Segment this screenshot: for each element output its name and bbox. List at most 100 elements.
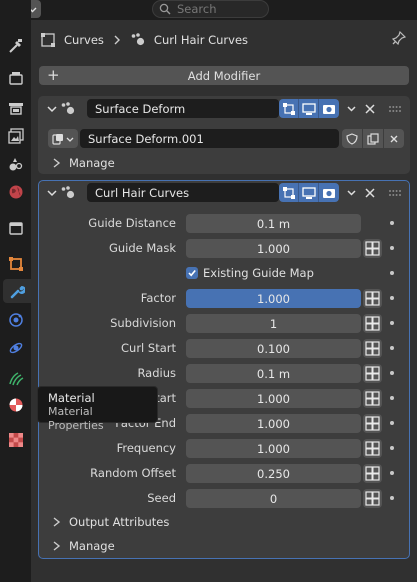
tab-view-layer[interactable] xyxy=(4,124,28,148)
drag-grip-icon[interactable] xyxy=(388,189,402,197)
modifier-name: Curl Hair Curves xyxy=(95,185,190,200)
animate-property-dot[interactable] xyxy=(390,371,394,375)
property-value-field[interactable]: 0.1 m xyxy=(186,364,361,383)
manage-subpanel-header[interactable]: Manage xyxy=(52,539,115,553)
existing-guide-map-checkbox[interactable] xyxy=(186,267,198,279)
attribute-toggle-button[interactable] xyxy=(363,239,382,258)
tab-collection[interactable] xyxy=(4,216,28,240)
property-value-field[interactable]: 1.000 xyxy=(186,414,361,433)
tab-render[interactable] xyxy=(4,66,28,90)
modifier-name-field[interactable]: Surface Deform xyxy=(87,99,279,118)
tab-world[interactable] xyxy=(4,180,28,204)
edit-mode-toggle[interactable] xyxy=(279,183,299,202)
animate-property-dot[interactable] xyxy=(390,296,394,300)
attribute-grid-icon xyxy=(365,441,380,456)
tab-material[interactable] xyxy=(4,393,28,417)
animate-property-dot[interactable] xyxy=(390,471,394,475)
animate-property-dot[interactable] xyxy=(390,421,394,425)
attribute-toggle-button[interactable] xyxy=(363,464,382,483)
tab-scene[interactable] xyxy=(4,152,28,176)
animate-property-dot[interactable] xyxy=(390,271,394,275)
attribute-toggle-button[interactable] xyxy=(363,489,382,508)
node-group-browse-button[interactable] xyxy=(48,129,78,148)
attribute-toggle-button[interactable] xyxy=(363,414,382,433)
attribute-grid-icon xyxy=(365,416,380,431)
node-group-name: Surface Deform.001 xyxy=(88,131,204,146)
output-attributes-subpanel-header[interactable]: Output Attributes xyxy=(52,515,169,529)
modifier-menu-dropdown[interactable] xyxy=(343,183,360,202)
render-toggle[interactable] xyxy=(319,99,339,118)
breadcrumb-object: Curves xyxy=(64,33,104,47)
output-attributes-label: Output Attributes xyxy=(69,515,170,529)
viewport-toggle[interactable] xyxy=(299,99,319,118)
render-toggle[interactable] xyxy=(319,183,339,202)
tab-particles[interactable] xyxy=(4,308,28,332)
tooltip: Material Material Properties xyxy=(37,386,158,432)
property-value: 1.000 xyxy=(257,416,290,431)
animate-property-dot[interactable] xyxy=(390,346,394,350)
tab-texture[interactable] xyxy=(4,428,28,452)
animate-property-dot[interactable] xyxy=(390,396,394,400)
duplicate-button[interactable] xyxy=(363,129,383,148)
property-value-field[interactable]: 1.000 xyxy=(186,239,361,258)
unlink-button[interactable] xyxy=(384,129,404,148)
animate-property-dot[interactable] xyxy=(390,321,394,325)
tab-tool[interactable] xyxy=(4,34,28,58)
animate-property-dot[interactable] xyxy=(390,221,394,225)
search-input[interactable]: Search xyxy=(152,0,269,18)
animate-property-dot[interactable] xyxy=(390,446,394,450)
attribute-grid-icon xyxy=(365,391,380,406)
property-value: 1.000 xyxy=(257,441,290,456)
tab-physics[interactable] xyxy=(4,336,28,360)
close-icon[interactable] xyxy=(363,186,377,200)
tab-object-data[interactable] xyxy=(4,366,28,390)
visibility-toggles xyxy=(279,183,339,202)
monitor-icon xyxy=(301,186,316,199)
drag-grip-icon[interactable] xyxy=(388,105,402,113)
tab-modifiers[interactable] xyxy=(3,279,31,303)
property-value-field[interactable]: 0.1 m xyxy=(186,214,361,233)
chevron-down-icon[interactable] xyxy=(46,187,58,199)
property-value-field[interactable]: 1.000 xyxy=(186,389,361,408)
modifier-name-field[interactable]: Curl Hair Curves xyxy=(87,183,279,202)
fake-user-button[interactable] xyxy=(342,129,362,148)
pin-icon[interactable] xyxy=(391,30,407,48)
animate-property-dot[interactable] xyxy=(390,496,394,500)
tab-object[interactable] xyxy=(4,252,28,276)
manage-subpanel-header[interactable]: Manage xyxy=(52,156,115,170)
existing-guide-map-row[interactable]: Existing Guide Map xyxy=(186,265,314,281)
edit-mode-toggle[interactable] xyxy=(279,99,299,118)
modifier-menu-dropdown[interactable] xyxy=(343,99,360,118)
chevron-down-icon[interactable] xyxy=(46,103,58,115)
viewport-toggle[interactable] xyxy=(299,183,319,202)
chevron-right-icon xyxy=(53,541,61,551)
attribute-toggle-button[interactable] xyxy=(363,389,382,408)
duplicate-icon xyxy=(367,132,379,145)
wrench-icon xyxy=(10,285,25,299)
curves-object-icon xyxy=(41,33,55,47)
animate-property-dot[interactable] xyxy=(390,246,394,250)
close-icon[interactable] xyxy=(363,102,377,116)
attribute-grid-icon xyxy=(365,241,380,256)
attribute-toggle-button[interactable] xyxy=(363,339,382,358)
tab-output[interactable] xyxy=(4,96,28,120)
edit-mode-icon xyxy=(282,186,295,199)
scene-icon xyxy=(9,158,23,171)
attribute-toggle-button[interactable] xyxy=(363,439,382,458)
property-value-field[interactable]: 0 xyxy=(186,489,361,508)
attribute-toggle-button[interactable] xyxy=(363,364,382,383)
property-value: 1.000 xyxy=(257,291,290,306)
property-value-field[interactable]: 1.000 xyxy=(186,289,361,308)
property-value-field[interactable]: 0.100 xyxy=(186,339,361,358)
camera-icon xyxy=(323,188,335,198)
attribute-toggle-button[interactable] xyxy=(363,289,382,308)
node-group-name-field[interactable]: Surface Deform.001 xyxy=(80,129,339,148)
property-value-field[interactable]: 1.000 xyxy=(186,439,361,458)
particles-icon xyxy=(9,313,23,327)
breadcrumb-modifier: Curl Hair Curves xyxy=(153,33,249,47)
attribute-toggle-button[interactable] xyxy=(363,314,382,333)
monitor-icon xyxy=(301,102,316,115)
property-value-field[interactable]: 1 xyxy=(186,314,361,333)
property-value-field[interactable]: 0.250 xyxy=(186,464,361,483)
add-modifier-button[interactable]: + Add Modifier xyxy=(39,66,409,85)
